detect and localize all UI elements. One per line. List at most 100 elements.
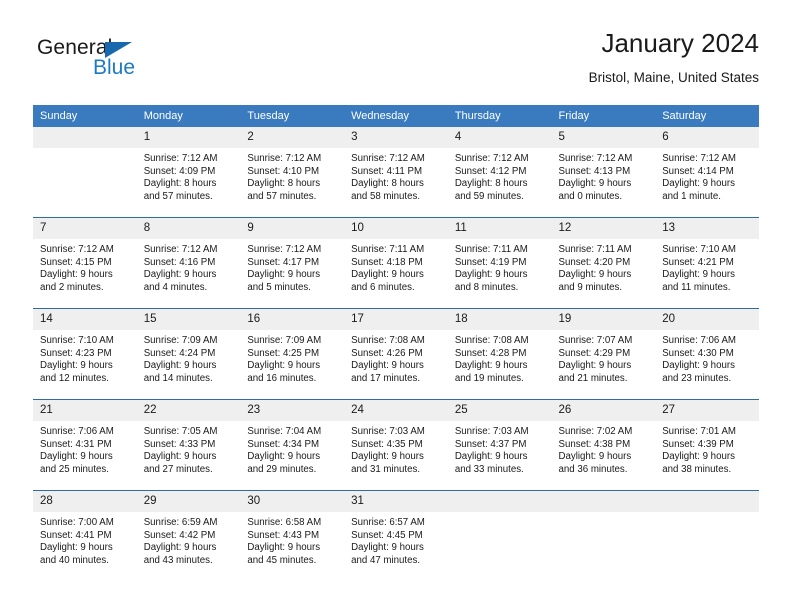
- daylight-text-line2: and 45 minutes.: [247, 554, 317, 566]
- day-details: Sunrise: 7:12 AM Sunset: 4:12 PM Dayligh…: [448, 148, 552, 203]
- sunset-text: Sunset: 4:19 PM: [454, 256, 527, 268]
- sunrise-text: Sunrise: 7:12 AM: [662, 153, 736, 164]
- daylight-text-line1: Daylight: 9 hours: [143, 451, 217, 463]
- sunset-text: Sunset: 4:34 PM: [247, 438, 320, 450]
- sunset-text: Sunset: 4:10 PM: [247, 165, 320, 177]
- day-cell[interactable]: 19 Sunrise: 7:07 AM Sunset: 4:29 PM Dayl…: [551, 308, 656, 400]
- day-cell[interactable]: [33, 127, 137, 218]
- sunset-text: Sunset: 4:33 PM: [143, 438, 216, 450]
- page-header: General Blue January 2024 Bristol, Maine…: [33, 28, 759, 98]
- daylight-text-line2: and 40 minutes.: [40, 554, 109, 566]
- sunset-text: Sunset: 4:21 PM: [662, 256, 734, 268]
- sunrise-text: Sunrise: 7:11 AM: [558, 244, 632, 255]
- sunset-text: Sunset: 4:30 PM: [662, 347, 734, 359]
- daylight-text-line2: and 57 minutes.: [143, 190, 213, 202]
- day-cell[interactable]: 12 Sunrise: 7:11 AM Sunset: 4:20 PM Dayl…: [551, 217, 656, 309]
- day-cell[interactable]: 27 Sunrise: 7:01 AM Sunset: 4:39 PM Dayl…: [655, 399, 759, 491]
- day-number: 4: [447, 127, 552, 148]
- daylight-text-line2: and 31 minutes.: [351, 463, 421, 475]
- day-details: [655, 512, 759, 517]
- daylight-text-line1: Daylight: 9 hours: [247, 360, 321, 372]
- day-details: Sunrise: 6:58 AM Sunset: 4:43 PM Dayligh…: [240, 512, 344, 567]
- day-details: Sunrise: 7:12 AM Sunset: 4:09 PM Dayligh…: [137, 148, 241, 203]
- weekday-header-tuesday: Tuesday: [240, 105, 345, 127]
- day-cell[interactable]: 4 Sunrise: 7:12 AM Sunset: 4:12 PM Dayli…: [447, 127, 552, 218]
- day-cell[interactable]: 23 Sunrise: 7:04 AM Sunset: 4:34 PM Dayl…: [240, 399, 345, 491]
- day-number: 29: [136, 491, 241, 512]
- day-number: 14: [33, 309, 137, 330]
- day-cell[interactable]: 10 Sunrise: 7:11 AM Sunset: 4:18 PM Dayl…: [344, 217, 448, 309]
- day-details: Sunrise: 7:12 AM Sunset: 4:13 PM Dayligh…: [552, 148, 656, 203]
- sunrise-text: Sunrise: 7:06 AM: [40, 426, 114, 437]
- sunrise-text: Sunrise: 7:11 AM: [454, 244, 528, 255]
- day-details: Sunrise: 7:11 AM Sunset: 4:19 PM Dayligh…: [448, 239, 552, 294]
- day-cell[interactable]: 26 Sunrise: 7:02 AM Sunset: 4:38 PM Dayl…: [551, 399, 656, 491]
- day-details: Sunrise: 7:11 AM Sunset: 4:18 PM Dayligh…: [344, 239, 448, 294]
- daylight-text-line1: Daylight: 9 hours: [247, 451, 321, 463]
- daylight-text-line2: and 25 minutes.: [40, 463, 109, 475]
- day-cell[interactable]: 6 Sunrise: 7:12 AM Sunset: 4:14 PM Dayli…: [655, 127, 759, 218]
- day-cell[interactable]: 15 Sunrise: 7:09 AM Sunset: 4:24 PM Dayl…: [136, 308, 241, 400]
- sunrise-text: Sunrise: 7:01 AM: [662, 426, 736, 437]
- day-cell[interactable]: 14 Sunrise: 7:10 AM Sunset: 4:23 PM Dayl…: [33, 308, 137, 400]
- daylight-text-line2: and 21 minutes.: [558, 372, 628, 384]
- daylight-text-line2: and 29 minutes.: [247, 463, 317, 475]
- general-blue-logo: General Blue: [37, 36, 247, 92]
- day-cell[interactable]: 29 Sunrise: 6:59 AM Sunset: 4:42 PM Dayl…: [136, 490, 241, 581]
- sunset-text: Sunset: 4:23 PM: [40, 347, 112, 359]
- sunrise-text: Sunrise: 7:05 AM: [143, 426, 218, 437]
- daylight-text-line2: and 4 minutes.: [143, 281, 208, 293]
- logo-text-blue: Blue: [93, 56, 136, 79]
- day-cell[interactable]: 25 Sunrise: 7:03 AM Sunset: 4:37 PM Dayl…: [447, 399, 552, 491]
- day-cell[interactable]: 17 Sunrise: 7:08 AM Sunset: 4:26 PM Dayl…: [344, 308, 448, 400]
- day-cell[interactable]: 30 Sunrise: 6:58 AM Sunset: 4:43 PM Dayl…: [240, 490, 345, 581]
- day-number: 6: [655, 127, 759, 148]
- day-cell[interactable]: 5 Sunrise: 7:12 AM Sunset: 4:13 PM Dayli…: [551, 127, 656, 218]
- day-cell[interactable]: 22 Sunrise: 7:05 AM Sunset: 4:33 PM Dayl…: [136, 399, 241, 491]
- day-cell[interactable]: 1 Sunrise: 7:12 AM Sunset: 4:09 PM Dayli…: [136, 127, 241, 218]
- sunrise-text: Sunrise: 7:10 AM: [662, 244, 736, 255]
- day-cell[interactable]: [551, 490, 656, 581]
- day-cell[interactable]: 21 Sunrise: 7:06 AM Sunset: 4:31 PM Dayl…: [33, 399, 137, 491]
- day-number: [551, 491, 656, 512]
- daylight-text-line2: and 36 minutes.: [558, 463, 628, 475]
- day-number: 3: [344, 127, 448, 148]
- sunrise-text: Sunrise: 7:02 AM: [558, 426, 633, 437]
- daylight-text-line1: Daylight: 9 hours: [351, 360, 424, 372]
- day-cell[interactable]: 11 Sunrise: 7:11 AM Sunset: 4:19 PM Dayl…: [447, 217, 552, 309]
- day-number: 26: [551, 400, 656, 421]
- day-cell[interactable]: 20 Sunrise: 7:06 AM Sunset: 4:30 PM Dayl…: [655, 308, 759, 400]
- sunset-text: Sunset: 4:20 PM: [558, 256, 631, 268]
- daylight-text-line2: and 33 minutes.: [454, 463, 524, 475]
- day-cell[interactable]: 2 Sunrise: 7:12 AM Sunset: 4:10 PM Dayli…: [240, 127, 345, 218]
- day-cell[interactable]: [447, 490, 552, 581]
- day-cell[interactable]: 24 Sunrise: 7:03 AM Sunset: 4:35 PM Dayl…: [344, 399, 448, 491]
- day-cell[interactable]: 9 Sunrise: 7:12 AM Sunset: 4:17 PM Dayli…: [240, 217, 345, 309]
- day-cell[interactable]: 8 Sunrise: 7:12 AM Sunset: 4:16 PM Dayli…: [136, 217, 241, 309]
- day-number: 16: [240, 309, 345, 330]
- day-number: 13: [655, 218, 759, 239]
- daylight-text-line1: Daylight: 9 hours: [558, 451, 632, 463]
- daylight-text-line1: Daylight: 8 hours: [247, 178, 321, 190]
- day-cell[interactable]: 28 Sunrise: 7:00 AM Sunset: 4:41 PM Dayl…: [33, 490, 137, 581]
- day-cell[interactable]: [655, 490, 759, 581]
- sunrise-text: Sunrise: 7:12 AM: [247, 244, 322, 255]
- sunrise-text: Sunrise: 7:06 AM: [662, 335, 736, 346]
- daylight-text-line2: and 8 minutes.: [454, 281, 519, 293]
- weekday-header-monday: Monday: [136, 105, 241, 127]
- daylight-text-line2: and 12 minutes.: [40, 372, 109, 384]
- daylight-text-line1: Daylight: 9 hours: [454, 269, 528, 281]
- day-number: 31: [344, 491, 448, 512]
- day-cell[interactable]: 7 Sunrise: 7:12 AM Sunset: 4:15 PM Dayli…: [33, 217, 137, 309]
- day-cell[interactable]: 31 Sunrise: 6:57 AM Sunset: 4:45 PM Dayl…: [344, 490, 448, 581]
- day-cell[interactable]: 18 Sunrise: 7:08 AM Sunset: 4:28 PM Dayl…: [447, 308, 552, 400]
- daylight-text-line1: Daylight: 9 hours: [662, 360, 735, 372]
- day-details: [448, 512, 552, 517]
- day-number: 12: [551, 218, 656, 239]
- day-cell[interactable]: 16 Sunrise: 7:09 AM Sunset: 4:25 PM Dayl…: [240, 308, 345, 400]
- day-cell[interactable]: 13 Sunrise: 7:10 AM Sunset: 4:21 PM Dayl…: [655, 217, 759, 309]
- daylight-text-line1: Daylight: 9 hours: [558, 269, 632, 281]
- title-block: January 2024 Bristol, Maine, United Stat…: [589, 28, 759, 87]
- day-cell[interactable]: 3 Sunrise: 7:12 AM Sunset: 4:11 PM Dayli…: [344, 127, 448, 218]
- sunset-text: Sunset: 4:28 PM: [454, 347, 527, 359]
